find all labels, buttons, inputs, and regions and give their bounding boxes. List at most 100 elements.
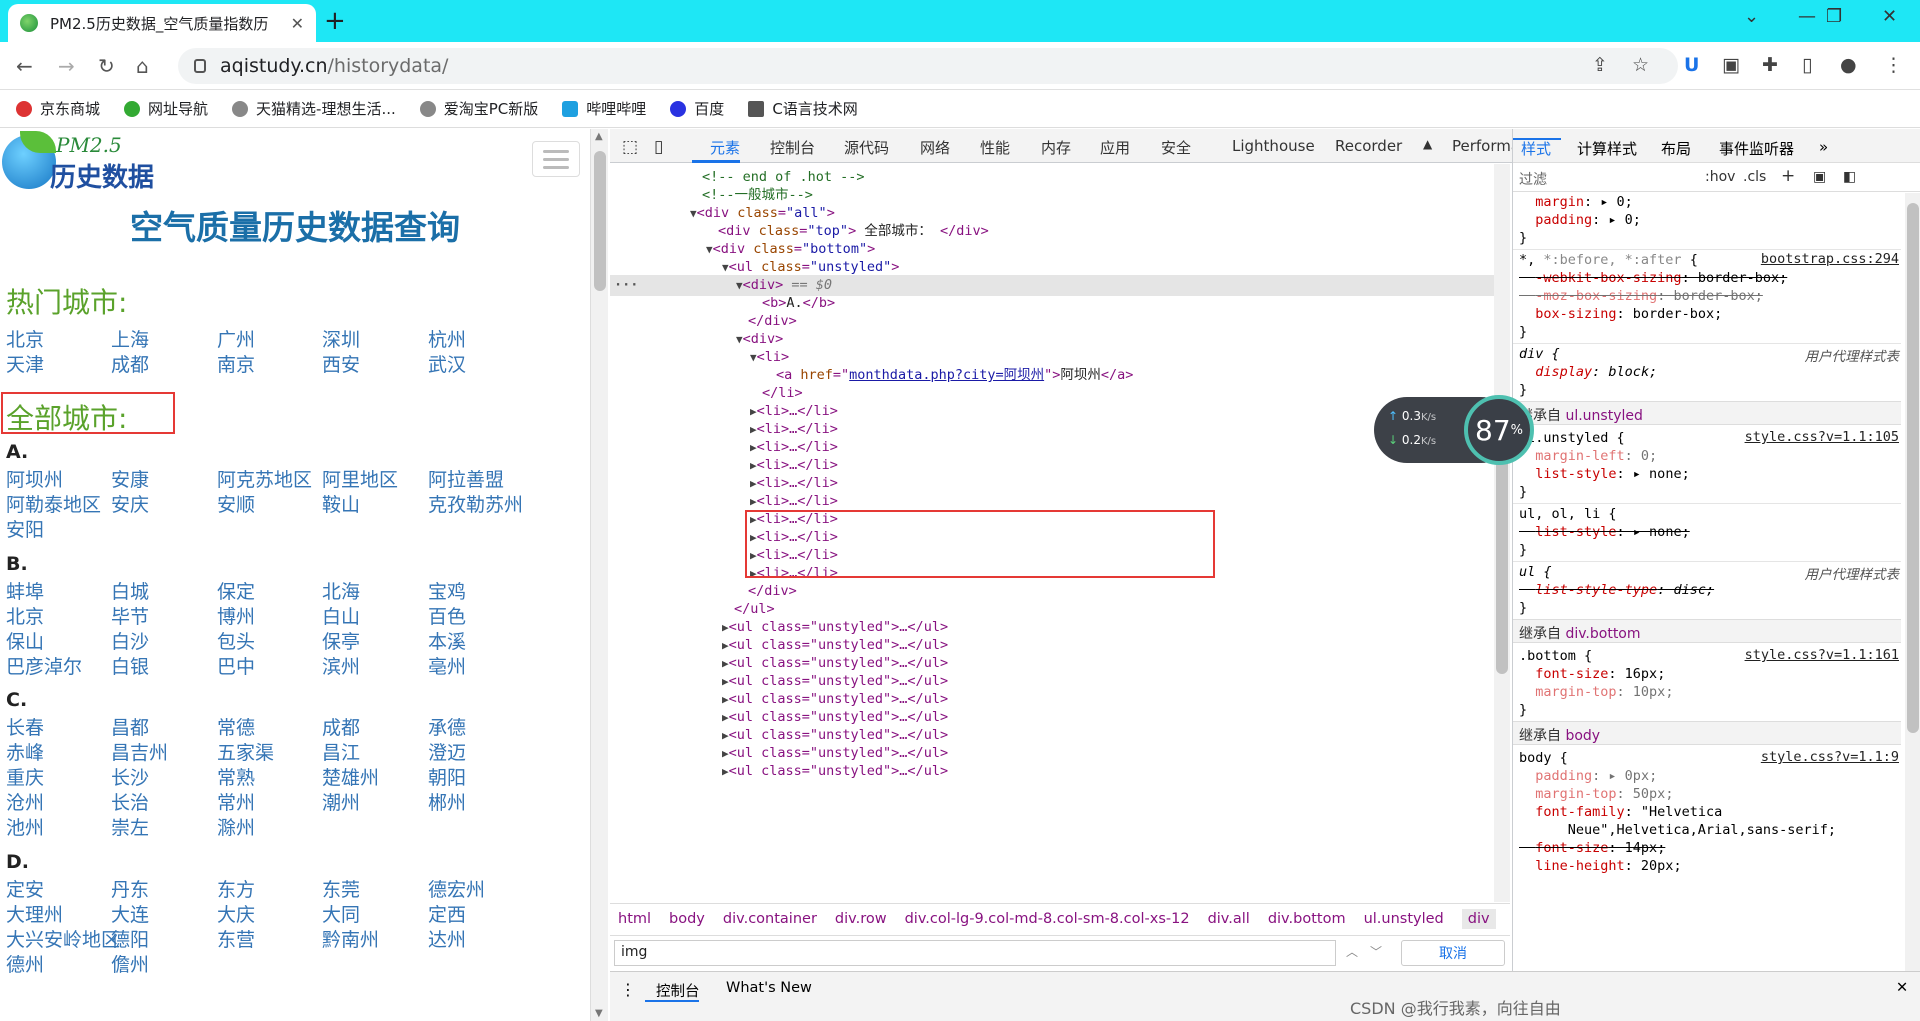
city-link[interactable]: 滁州 <box>217 813 255 840</box>
css-selector[interactable]: ul.unstyled { <box>1519 429 1625 447</box>
rule-source-link[interactable]: bootstrap.css:294 <box>1761 251 1899 267</box>
city-link[interactable]: 巴中 <box>217 652 255 679</box>
city-link[interactable]: 保亭 <box>322 627 360 654</box>
city-link[interactable]: 百色 <box>428 602 466 629</box>
tab-elements[interactable]: 元素 <box>710 137 740 158</box>
add-rule-icon[interactable]: + <box>1781 166 1795 186</box>
css-selector[interactable]: *, *:before, *:after { <box>1519 251 1698 269</box>
city-link[interactable]: 东莞 <box>322 875 360 902</box>
rule-source-link[interactable]: style.css?v=1.1:161 <box>1745 647 1899 663</box>
city-link[interactable]: 亳州 <box>428 652 466 679</box>
expanded-triangle-icon[interactable]: ▼ <box>736 279 743 292</box>
drawer-tab-whats-new[interactable]: What's New <box>726 980 812 996</box>
search-prev-icon[interactable]: ︿ <box>1346 943 1358 960</box>
styles-scrollbar[interactable] <box>1905 193 1920 971</box>
city-link[interactable]: 阿拉善盟 <box>428 465 504 492</box>
expanded-triangle-icon[interactable]: ▼ <box>722 261 729 274</box>
city-link[interactable]: 池州 <box>6 813 44 840</box>
tab-computed[interactable]: 计算样式 <box>1577 138 1637 159</box>
styles-filter-input[interactable]: 过滤 <box>1519 169 1547 189</box>
city-link[interactable]: 阿勒泰地区 <box>6 490 101 517</box>
city-link[interactable]: 安阳 <box>6 515 44 542</box>
city-link[interactable]: 安顺 <box>217 490 255 517</box>
hot-city-link[interactable]: 北京 <box>6 325 44 352</box>
css-selector[interactable]: ul, ol, li { <box>1519 505 1617 523</box>
close-tab-icon[interactable]: ✕ <box>291 14 304 33</box>
bookmark-aitaobao[interactable]: 爱淘宝PC新版 <box>419 98 538 119</box>
css-prop[interactable]: margin: ▸ 0; <box>1519 193 1633 211</box>
css-prop[interactable]: margin-top: 50px; <box>1519 785 1673 803</box>
more-tabs-icon[interactable]: » <box>1819 138 1828 156</box>
city-link[interactable]: 长治 <box>111 788 149 815</box>
bookmark-nav[interactable]: 网址导航 <box>124 98 208 119</box>
city-link[interactable]: 北海 <box>322 577 360 604</box>
city-link[interactable]: 潮州 <box>322 788 360 815</box>
city-link[interactable]: 常熟 <box>217 763 255 790</box>
breadcrumb-item[interactable]: html <box>618 911 651 927</box>
city-link[interactable]: 安庆 <box>111 490 149 517</box>
city-link[interactable]: 滨州 <box>322 652 360 679</box>
collapsed-triangle-icon[interactable]: ▶ <box>722 657 729 670</box>
hot-city-link[interactable]: 成都 <box>111 350 149 377</box>
city-link[interactable]: 白银 <box>111 652 149 679</box>
city-link[interactable]: 大连 <box>111 900 149 927</box>
css-prop[interactable]: margin-left: 0; <box>1519 447 1657 465</box>
minimize-icon[interactable]: — <box>1798 6 1816 27</box>
new-tab-button[interactable]: + <box>324 6 346 36</box>
tab-recorder[interactable]: Recorder <box>1335 137 1402 155</box>
cls-toggle[interactable]: .cls <box>1743 169 1766 185</box>
city-link[interactable]: 德州 <box>6 950 44 977</box>
breadcrumb-item[interactable]: div.col-lg-9.col-md-8.col-sm-8.col-xs-12 <box>905 911 1190 927</box>
breadcrumb-item[interactable]: body <box>669 911 705 927</box>
city-link[interactable]: 定西 <box>428 900 466 927</box>
profile-avatar-icon[interactable]: ● <box>1840 54 1857 76</box>
forward-icon[interactable]: → <box>58 54 75 78</box>
breadcrumb-item[interactable]: div.row <box>835 911 887 927</box>
css-prop[interactable]: font-family: "Helvetica <box>1519 803 1722 821</box>
collapsed-triangle-icon[interactable]: ▶ <box>722 639 729 652</box>
tab-console[interactable]: 控制台 <box>770 137 815 158</box>
collapsed-triangle-icon[interactable]: ▶ <box>750 477 757 490</box>
scroll-thumb[interactable] <box>1907 203 1919 733</box>
hot-city-link[interactable]: 杭州 <box>428 325 466 352</box>
bookmark-bilibili[interactable]: 哔哩哔哩 <box>562 98 646 119</box>
tab-layout[interactable]: 布局 <box>1661 138 1691 159</box>
tab-memory[interactable]: 内存 <box>1041 137 1071 158</box>
extensions-puzzle-icon[interactable]: ✚ <box>1762 54 1778 76</box>
breadcrumb-item[interactable]: div.container <box>723 911 817 927</box>
drawer-tab-console[interactable]: 控制台 <box>656 980 700 1001</box>
bookmark-baidu[interactable]: 百度 <box>670 98 724 119</box>
back-icon[interactable]: ← <box>16 54 33 78</box>
city-link[interactable]: 重庆 <box>6 763 44 790</box>
collapsed-triangle-icon[interactable]: ▶ <box>750 495 757 508</box>
tab-sources[interactable]: 源代码 <box>844 137 889 158</box>
city-link[interactable]: 五家渠 <box>217 738 274 765</box>
extension-u-icon[interactable]: U <box>1684 54 1699 76</box>
url-bar[interactable]: aqistudy.cn/historydata/ <box>178 48 1678 84</box>
city-link[interactable]: 毕节 <box>111 602 149 629</box>
css-prop[interactable]: font-size: 14px; <box>1519 839 1665 857</box>
city-link[interactable]: 博州 <box>217 602 255 629</box>
city-link[interactable]: 包头 <box>217 627 255 654</box>
restore-icon[interactable]: ❐ <box>1826 6 1842 27</box>
css-prop[interactable]: -moz-box-sizing: border-box; <box>1519 287 1763 305</box>
tab-event-listeners[interactable]: 事件监听器 <box>1719 138 1794 159</box>
css-prop[interactable]: box-sizing: border-box; <box>1519 305 1722 323</box>
collapsed-triangle-icon[interactable]: ▶ <box>722 621 729 634</box>
city-link[interactable]: 昌吉州 <box>111 738 168 765</box>
hot-city-link[interactable]: 南京 <box>217 350 255 377</box>
city-link[interactable]: 大理州 <box>6 900 63 927</box>
css-prop[interactable]: font-size: 16px; <box>1519 665 1665 683</box>
css-prop[interactable]: line-height: 20px; <box>1519 857 1681 875</box>
city-link[interactable]: 阿里地区 <box>322 465 398 492</box>
css-prop[interactable]: list-style: ▸ none; <box>1519 523 1689 541</box>
city-link[interactable]: 朝阳 <box>428 763 466 790</box>
bookmark-jd[interactable]: 京东商城 <box>16 98 100 119</box>
inherited-selector[interactable]: ul.unstyled <box>1565 408 1642 424</box>
city-link[interactable]: 本溪 <box>428 627 466 654</box>
scroll-thumb[interactable] <box>594 151 606 291</box>
collapsed-triangle-icon[interactable]: ▶ <box>750 441 757 454</box>
collapsed-triangle-icon[interactable]: ▶ <box>722 675 729 688</box>
rule-source-link[interactable]: style.css?v=1.1:9 <box>1761 749 1899 765</box>
city-link[interactable]: 宝鸡 <box>428 577 466 604</box>
